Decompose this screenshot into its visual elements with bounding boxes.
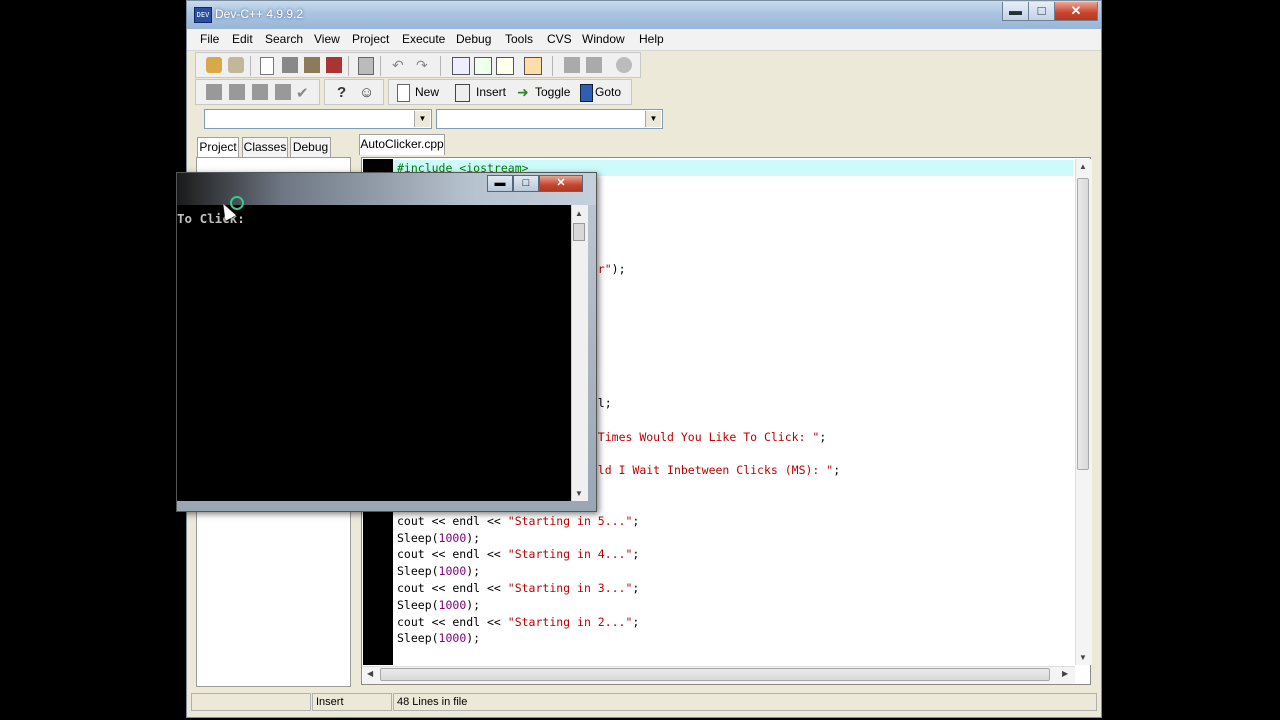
horizontal-scroll-thumb[interactable] bbox=[380, 668, 1050, 681]
find-icon[interactable] bbox=[452, 57, 470, 75]
code-line[interactable]: Sleep(1000); bbox=[397, 597, 480, 613]
scroll-up-icon[interactable]: ▲ bbox=[1079, 162, 1087, 171]
title-bar[interactable]: DEV Dev-C++ 4.9.9.2 ▬ □ ✕ bbox=[187, 1, 1101, 29]
code-line[interactable]: cout << endl << "Starting in 4..."; bbox=[397, 546, 639, 562]
app-icon: DEV bbox=[194, 7, 212, 23]
console-maximize-button[interactable]: □ bbox=[513, 175, 539, 192]
tab-project[interactable]: Project bbox=[197, 137, 239, 157]
compile-run-icon[interactable] bbox=[252, 84, 268, 100]
forward-icon[interactable] bbox=[586, 57, 602, 73]
class-toolbar: New Insert ➜ Toggle Goto bbox=[388, 79, 632, 105]
scroll-right-icon[interactable]: ▶ bbox=[1062, 669, 1068, 678]
chevron-down-icon[interactable]: ▼ bbox=[414, 111, 430, 127]
code-line[interactable]: cout << endl << "Starting in 5..."; bbox=[397, 513, 639, 529]
back-icon[interactable] bbox=[564, 57, 580, 73]
rebuild-icon[interactable] bbox=[275, 84, 291, 100]
replace-icon[interactable] bbox=[474, 57, 492, 75]
menu-cvs[interactable]: CVS bbox=[547, 32, 572, 46]
insert-icon[interactable] bbox=[455, 84, 470, 102]
menu-bar: File Edit Search View Project Execute De… bbox=[187, 29, 1101, 51]
close-button[interactable]: ✕ bbox=[1054, 2, 1098, 21]
open-project-icon[interactable] bbox=[206, 57, 222, 73]
console-scroll-down-icon[interactable]: ▼ bbox=[575, 489, 583, 498]
close-file-icon[interactable] bbox=[326, 57, 342, 73]
toggle-button[interactable]: Toggle bbox=[535, 85, 570, 99]
undo-icon[interactable]: ↶ bbox=[392, 57, 408, 73]
print-icon[interactable] bbox=[358, 57, 374, 75]
menu-search[interactable]: Search bbox=[265, 32, 303, 46]
code-line[interactable]: Sleep(1000); bbox=[397, 630, 480, 646]
menu-debug[interactable]: Debug bbox=[456, 32, 491, 46]
find-next-icon[interactable] bbox=[496, 57, 514, 75]
code-line[interactable]: cout << endl << "Starting in 2..."; bbox=[397, 614, 639, 630]
compile-icon[interactable] bbox=[206, 84, 222, 100]
console-minimize-button[interactable]: ▬ bbox=[487, 175, 513, 192]
tab-classes[interactable]: Classes bbox=[242, 137, 288, 157]
code-line[interactable]: Sleep(1000); bbox=[397, 530, 480, 546]
menu-execute[interactable]: Execute bbox=[402, 32, 445, 46]
console-close-button[interactable]: ✕ bbox=[539, 175, 583, 192]
status-position bbox=[191, 693, 311, 711]
goto-bookmark-icon[interactable] bbox=[580, 84, 593, 102]
console-scrollbar[interactable] bbox=[571, 205, 588, 501]
code-line[interactable]: cout << endl << "Starting in 3..."; bbox=[397, 580, 639, 596]
menu-view[interactable]: View bbox=[314, 32, 340, 46]
tab-debug[interactable]: Debug bbox=[290, 137, 331, 157]
shield-icon[interactable] bbox=[616, 57, 632, 73]
help-toolbar: ? ☺ bbox=[324, 79, 384, 105]
menu-edit[interactable]: Edit bbox=[232, 32, 253, 46]
minimize-button[interactable]: ▬ bbox=[1002, 2, 1029, 21]
new-button[interactable]: New bbox=[415, 85, 439, 99]
console-window[interactable]: ▬ □ ✕ To Click: ▲ ▼ bbox=[176, 172, 597, 512]
code-line[interactable]: Sleep(1000); bbox=[397, 563, 480, 579]
goto-button[interactable]: Goto bbox=[595, 85, 621, 99]
new-class-icon[interactable] bbox=[397, 84, 410, 102]
toggle-bookmark-icon[interactable]: ➜ bbox=[517, 84, 533, 100]
redo-icon[interactable]: ↷ bbox=[416, 57, 432, 73]
console-scroll-up-icon[interactable]: ▲ bbox=[575, 209, 583, 218]
new-file-icon[interactable] bbox=[260, 57, 274, 75]
close-project-icon[interactable] bbox=[228, 57, 244, 73]
console-output[interactable] bbox=[177, 205, 577, 501]
menu-project[interactable]: Project bbox=[352, 32, 389, 46]
compile-toolbar: ✔ bbox=[195, 79, 320, 105]
menu-file[interactable]: File bbox=[200, 32, 219, 46]
main-toolbar: ↶ ↷ bbox=[195, 52, 641, 78]
menu-tools[interactable]: Tools bbox=[505, 32, 533, 46]
console-scroll-thumb[interactable] bbox=[573, 223, 585, 241]
goto-line-icon[interactable] bbox=[524, 57, 542, 75]
save-icon[interactable] bbox=[282, 57, 298, 73]
status-lines: 48 Lines in file bbox=[393, 693, 1097, 711]
help-icon[interactable]: ? bbox=[337, 84, 353, 101]
insert-button[interactable]: Insert bbox=[476, 85, 506, 99]
class-combo[interactable]: ▼ bbox=[204, 109, 432, 129]
scroll-down-icon[interactable]: ▼ bbox=[1079, 653, 1087, 662]
menu-help[interactable]: Help bbox=[639, 32, 664, 46]
status-bar: Insert 48 Lines in file bbox=[187, 689, 1101, 715]
maximize-button[interactable]: □ bbox=[1028, 2, 1055, 21]
about-icon[interactable]: ☺ bbox=[359, 84, 375, 101]
status-mode: Insert bbox=[312, 693, 392, 711]
vertical-scroll-thumb[interactable] bbox=[1077, 178, 1089, 470]
tab-autoclicker-cpp[interactable]: AutoClicker.cpp bbox=[359, 134, 445, 155]
check-icon[interactable]: ✔ bbox=[296, 84, 312, 102]
save-all-icon[interactable] bbox=[304, 57, 320, 73]
scroll-left-icon[interactable]: ◀ bbox=[367, 669, 373, 678]
run-icon[interactable] bbox=[229, 84, 245, 100]
window-title: Dev-C++ 4.9.9.2 bbox=[215, 7, 304, 21]
member-combo[interactable]: ▼ bbox=[436, 109, 663, 129]
menu-window[interactable]: Window bbox=[582, 32, 625, 46]
chevron-down-icon[interactable]: ▼ bbox=[645, 111, 661, 127]
